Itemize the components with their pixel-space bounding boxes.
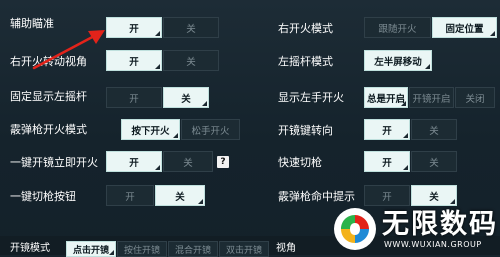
label-scope-mode: 开镜模式 <box>10 243 50 254</box>
watermark-title: 无限数码 <box>382 208 498 240</box>
watermark: 无限数码 WWW.WUXIAN.GROUP <box>334 202 500 255</box>
watermark-url: WWW.WUXIAN.GROUP <box>384 239 482 249</box>
label-view: 视角 <box>276 243 296 254</box>
watermark-logo-icon <box>334 207 376 250</box>
